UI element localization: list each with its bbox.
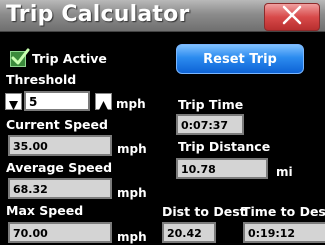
max-speed-value: 70.00 bbox=[8, 222, 112, 243]
close-icon bbox=[281, 4, 303, 30]
dist-to-dest-label: Dist to Dest bbox=[162, 204, 246, 219]
current-speed-label: Current Speed bbox=[6, 117, 108, 132]
threshold-increment-button[interactable] bbox=[95, 93, 112, 110]
max-speed-label: Max Speed bbox=[6, 203, 84, 218]
triangle-left-icon bbox=[8, 96, 19, 115]
trip-time-label: Trip Time bbox=[178, 97, 244, 112]
average-speed-value: 68.32 bbox=[8, 178, 112, 199]
trip-distance-value: 10.78 bbox=[176, 158, 268, 179]
trip-active-checkbox[interactable] bbox=[10, 48, 30, 67]
trip-active-label: Trip Active bbox=[32, 51, 107, 66]
window-title: Trip Calculator bbox=[6, 2, 190, 27]
max-speed-unit: mph bbox=[117, 230, 147, 244]
average-speed-label: Average Speed bbox=[6, 160, 113, 175]
reset-trip-button[interactable]: Reset Trip bbox=[176, 44, 304, 74]
title-bar: Trip Calculator bbox=[0, 0, 325, 32]
threshold-label: Threshold bbox=[6, 72, 77, 87]
trip-distance-unit: mi bbox=[276, 165, 293, 179]
average-speed-unit: mph bbox=[117, 186, 147, 200]
trip-distance-label: Trip Distance bbox=[178, 139, 271, 154]
threshold-unit: mph bbox=[116, 97, 146, 111]
dist-to-dest-value: 20.42 bbox=[162, 222, 216, 243]
time-to-dest-value: 0:19:12 bbox=[243, 222, 325, 243]
close-button[interactable] bbox=[264, 3, 320, 31]
time-to-dest-label: Time to Dest bbox=[242, 204, 325, 219]
current-speed-value: 35.00 bbox=[8, 135, 112, 156]
threshold-input[interactable]: 5 bbox=[24, 91, 90, 111]
checkmark-icon bbox=[10, 48, 30, 72]
current-speed-unit: mph bbox=[117, 142, 147, 156]
threshold-decrement-button[interactable] bbox=[5, 93, 22, 110]
triangle-right-icon bbox=[98, 96, 109, 115]
trip-time-value: 0:07:37 bbox=[176, 114, 244, 135]
